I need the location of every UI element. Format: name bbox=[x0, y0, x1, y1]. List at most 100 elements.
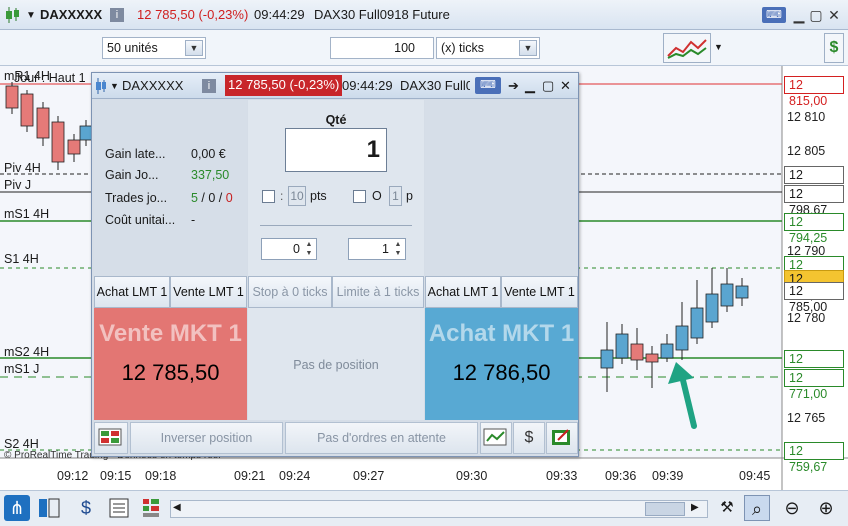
x-tick: 09:33 bbox=[546, 469, 578, 483]
dollar-arrows-icon[interactable]: $ bbox=[824, 33, 844, 63]
x-tick: 09:18 bbox=[145, 469, 177, 483]
x-tick: 09:45 bbox=[739, 469, 771, 483]
units-select-value: 50 unités bbox=[107, 41, 158, 55]
level-label-ms1-j: mS1 J bbox=[4, 362, 40, 376]
oco-input[interactable]: 1 bbox=[389, 186, 402, 206]
stat-gain-latent: Gain late... 0,00 € bbox=[105, 147, 226, 161]
units-select[interactable]: 50 unités ▼ bbox=[102, 37, 206, 59]
price-label-s2-4h: 12 759,67 bbox=[784, 442, 844, 474]
achat-mkt-label: Achat MKT 1 bbox=[428, 320, 575, 347]
share-icon[interactable]: ⋔ bbox=[4, 495, 30, 521]
oco-checkbox[interactable] bbox=[353, 190, 366, 203]
limite-one-button[interactable]: Limite à 1 ticks bbox=[332, 276, 424, 308]
offset-spinner-left[interactable]: 0 ▲ ▼ bbox=[261, 238, 317, 260]
inverser-position-button[interactable]: Inverser position bbox=[130, 422, 283, 454]
pin-icon[interactable]: ➔ bbox=[508, 78, 519, 94]
offset-spinner-right[interactable]: 1 ▲ ▼ bbox=[348, 238, 406, 260]
list-icon[interactable] bbox=[106, 495, 132, 521]
scrollbar-thumb[interactable] bbox=[645, 502, 685, 516]
trades-loss: 0 bbox=[225, 191, 233, 205]
ticks-unit-select[interactable]: (x) ticks ▼ bbox=[436, 37, 540, 59]
maximize-icon[interactable]: ▢ bbox=[542, 78, 554, 94]
vente-mkt-button[interactable]: Vente MKT 1 12 785,50 bbox=[94, 308, 247, 420]
achat-lmt-right-button[interactable]: Achat LMT 1 bbox=[425, 276, 501, 308]
info-icon[interactable]: i bbox=[110, 8, 124, 22]
position-status: Pas de position bbox=[293, 358, 379, 372]
scroll-left-icon[interactable]: ◀ bbox=[173, 502, 181, 513]
instrument-dropdown-arrow[interactable]: ▼ bbox=[26, 10, 36, 21]
candle-body bbox=[600, 349, 614, 369]
ticks-unit-value: (x) ticks bbox=[441, 41, 485, 55]
vente-lmt-left-button[interactable]: Vente LMT 1 bbox=[170, 276, 247, 308]
chevron-down-icon[interactable]: ▼ bbox=[714, 42, 723, 52]
stat-label: Coût unitai... bbox=[105, 213, 176, 227]
chart-tools-icon[interactable]: ⚒ bbox=[714, 495, 740, 521]
time-display: 09:44:29 bbox=[254, 7, 305, 22]
instrument-name[interactable]: DAXXXXX bbox=[40, 7, 102, 22]
vente-mkt-label: Vente MKT 1 bbox=[99, 320, 242, 347]
order-panel-title-bar[interactable]: ▼ DAXXXXX i 12 785,50 (-0,23%) 09:44:29 … bbox=[92, 73, 578, 99]
stop-zero-button[interactable]: Stop à 0 ticks bbox=[248, 276, 332, 308]
minimize-icon[interactable]: ▁ bbox=[525, 78, 535, 94]
order-book-icon bbox=[143, 499, 159, 517]
ticks-input-value: 100 bbox=[394, 41, 415, 55]
x-tick: 09:27 bbox=[353, 469, 385, 483]
stop-checkbox[interactable] bbox=[262, 190, 275, 203]
spinner-arrows-icon[interactable]: ▲ ▼ bbox=[303, 240, 315, 258]
close-icon[interactable]: ✕ bbox=[826, 7, 842, 23]
instrument-dropdown-arrow[interactable]: ▼ bbox=[110, 81, 119, 91]
level-label-jour-haut: Jour : Haut 1 bbox=[14, 71, 86, 85]
export-icon[interactable] bbox=[546, 422, 578, 454]
stat-label: Gain late... bbox=[105, 147, 166, 161]
maximize-icon[interactable]: ▢ bbox=[808, 7, 824, 23]
chart-scrollbar[interactable]: ◀ ▶ bbox=[170, 500, 708, 518]
x-tick: 09:39 bbox=[652, 469, 684, 483]
chevron-down-icon[interactable]: ▼ bbox=[519, 40, 537, 56]
achat-mkt-button[interactable]: Achat MKT 1 12 786,50 bbox=[425, 308, 578, 420]
panel-contract: DAX30 Full0 bbox=[400, 78, 470, 93]
zoom-fit-icon[interactable]: ⌕ bbox=[744, 495, 770, 521]
vente-lmt-right-button[interactable]: Vente LMT 1 bbox=[501, 276, 578, 308]
chart-check-icon[interactable] bbox=[480, 422, 512, 454]
divider bbox=[260, 225, 412, 226]
grid-settings-icon[interactable] bbox=[94, 422, 128, 454]
ticks-input[interactable]: 100 bbox=[330, 37, 434, 59]
dom-icon[interactable] bbox=[138, 495, 164, 521]
level-label-s2-4h: S2 4H bbox=[4, 437, 39, 451]
x-tick: 09:30 bbox=[456, 469, 488, 483]
info-icon[interactable]: i bbox=[202, 79, 216, 93]
stat-trades-values: 5 / 0 / 0 bbox=[191, 191, 233, 205]
dollar-settings-icon[interactable]: $ bbox=[73, 495, 99, 521]
candle-body bbox=[720, 283, 734, 307]
candle-body bbox=[615, 333, 629, 359]
pas-ordres-button[interactable]: Pas d'ordres en attente bbox=[285, 422, 478, 454]
candle-body bbox=[630, 343, 644, 361]
zoom-in-icon[interactable]: ⊕ bbox=[813, 495, 839, 521]
spinner-arrows-icon[interactable]: ▲ ▼ bbox=[392, 240, 404, 258]
price-label-piv-4h: 12 801,17 bbox=[784, 166, 844, 198]
stop-ticks-input[interactable]: 10 bbox=[288, 186, 306, 206]
level-label-piv-j: Piv J bbox=[4, 178, 32, 192]
panel-price-change: 12 785,50 (-0,23%) bbox=[225, 75, 343, 96]
x-tick: 09:15 bbox=[100, 469, 132, 483]
qty-input[interactable]: 1 bbox=[285, 128, 387, 172]
keyboard-icon[interactable]: ⌨ bbox=[475, 77, 501, 94]
minimize-icon[interactable]: ▁ bbox=[791, 7, 807, 23]
dollar-link-icon[interactable]: $ bbox=[513, 422, 545, 454]
close-icon[interactable]: ✕ bbox=[560, 78, 571, 94]
zoom-out-icon[interactable]: ⊖ bbox=[779, 495, 805, 521]
panel-instrument-name[interactable]: DAXXXXX bbox=[122, 78, 183, 93]
achat-lmt-left-button[interactable]: Achat LMT 1 bbox=[94, 276, 170, 308]
layout-icon[interactable] bbox=[36, 495, 62, 521]
vente-mkt-price: 12 785,50 bbox=[121, 360, 220, 385]
chevron-down-icon[interactable]: ▼ bbox=[185, 40, 203, 56]
achat-mkt-price: 12 786,50 bbox=[452, 360, 551, 385]
scroll-right-icon[interactable]: ▶ bbox=[691, 502, 699, 513]
strategy-chart-icon[interactable] bbox=[663, 33, 711, 63]
stat-label: Trades jo... bbox=[105, 191, 168, 205]
trades-sep: / bbox=[197, 191, 209, 205]
candle-body bbox=[735, 285, 749, 299]
keyboard-icon[interactable]: ⌨ bbox=[762, 7, 786, 23]
stat-value: 337,50 bbox=[191, 168, 230, 182]
candle-body bbox=[675, 325, 689, 351]
